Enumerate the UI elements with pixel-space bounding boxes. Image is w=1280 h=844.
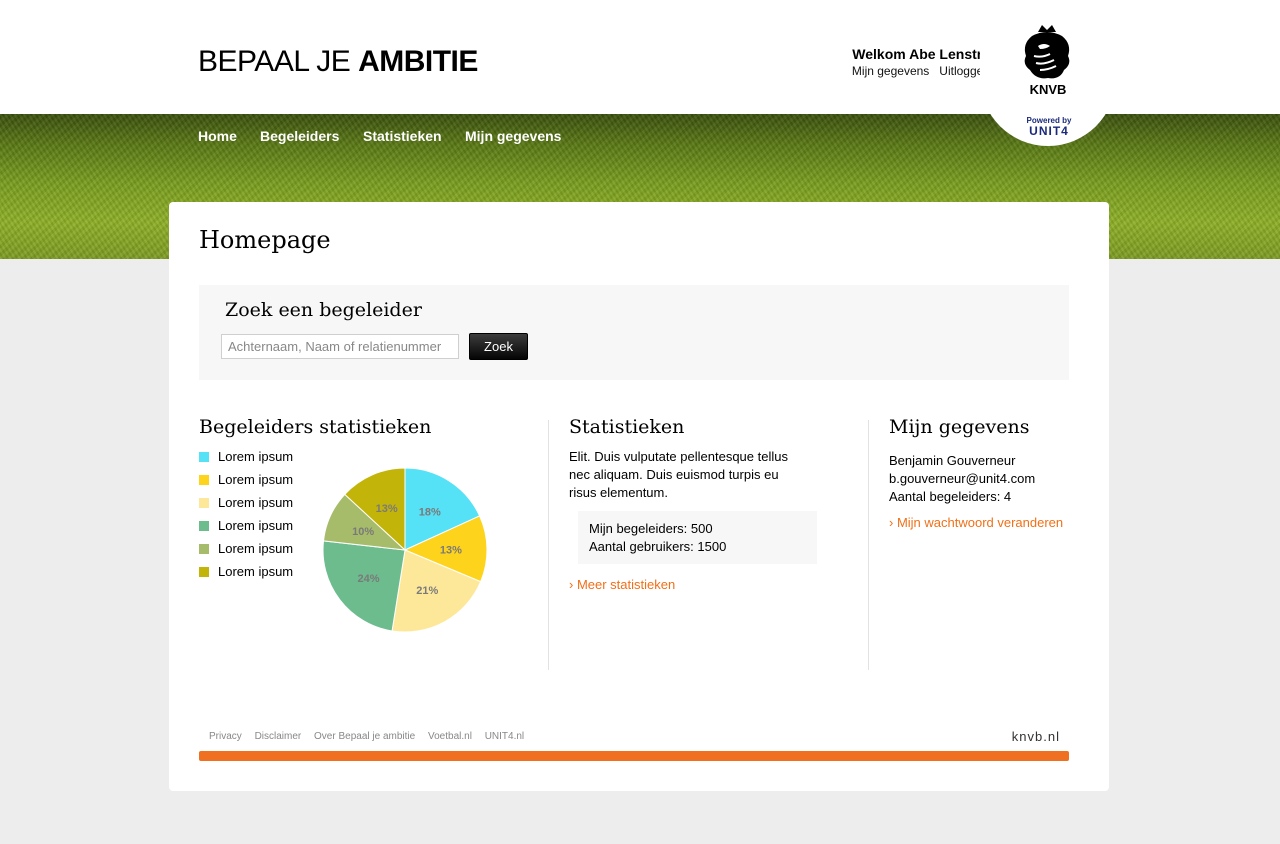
- legend-item: Lorem ipsum: [199, 472, 293, 487]
- brand-light-text: BEPAAL JE: [198, 45, 359, 78]
- brand-bold-text: AMBITIE: [358, 45, 478, 78]
- aantal-begeleiders: Aantal begeleiders: 4: [889, 489, 1012, 504]
- legend-swatch: [199, 475, 209, 485]
- nav-home[interactable]: Home: [198, 128, 237, 144]
- statistieken-description: Elit. Duis vulputate pellentesque tellus…: [569, 448, 809, 502]
- user-email: b.gouverneur@unit4.com: [889, 471, 1036, 486]
- footer-link-voetbal[interactable]: Voetbal.nl: [428, 731, 472, 742]
- legend-label: Lorem ipsum: [218, 449, 294, 464]
- description-line: Elit. Duis vulputate pellentesque tellus: [569, 449, 788, 464]
- legend-item: Lorem ipsum: [199, 541, 293, 556]
- nav-begeleiders[interactable]: Begeleiders: [260, 128, 339, 144]
- pie-chart: 18%13%21%24%10%13%: [322, 467, 488, 633]
- aantal-gebruikers-stat: Aantal gebruikers: 1500: [589, 539, 727, 554]
- legend-item: Lorem ipsum: [199, 449, 293, 464]
- unit4-logo: UNIT4: [1029, 124, 1069, 138]
- footer-link-privacy[interactable]: Privacy: [209, 731, 242, 742]
- legend-swatch: [199, 521, 209, 531]
- welcome-text: Welkom Abe Lenstra: [852, 46, 990, 62]
- search-button[interactable]: Zoek: [469, 333, 528, 360]
- nav-mijn-gegevens[interactable]: Mijn gegevens: [465, 128, 561, 144]
- pie-slice-label: 18%: [419, 506, 441, 518]
- statistieken-title: Statistieken: [569, 416, 685, 438]
- column-divider: [868, 420, 869, 670]
- description-line: nec aliquam. Duis euismod turpis eu: [569, 467, 779, 482]
- legend-label: Lorem ipsum: [218, 518, 294, 533]
- description-line: risus elementum.: [569, 485, 668, 500]
- legend-swatch: [199, 452, 209, 462]
- knvb-logo-text: KNVB: [1029, 82, 1067, 97]
- meer-statistieken-link[interactable]: › Meer statistieken: [569, 577, 675, 592]
- pie-slice-label: 10%: [352, 526, 374, 538]
- legend-label: Lorem ipsum: [218, 495, 294, 510]
- footer-link-disclaimer[interactable]: Disclaimer: [255, 731, 302, 742]
- footer-link-over[interactable]: Over Bepaal je ambitie: [314, 731, 415, 742]
- begeleiders-stats-title: Begeleiders statistieken: [199, 416, 432, 438]
- legend-label: Lorem ipsum: [218, 564, 294, 579]
- pie-slice-label: 24%: [357, 573, 379, 585]
- mijn-gegevens-title: Mijn gegevens: [889, 416, 1030, 438]
- stats-box: [578, 511, 817, 564]
- legend-swatch: [199, 498, 209, 508]
- mijn-begeleiders-stat: Mijn begeleiders: 500: [589, 521, 713, 536]
- footer-links: Privacy Disclaimer Over Bepaal je ambiti…: [204, 731, 529, 742]
- my-details-link[interactable]: Mijn gegevens: [852, 64, 929, 78]
- knvb-lion-icon[interactable]: [1016, 22, 1078, 84]
- footer-link-unit4[interactable]: UNIT4.nl: [485, 731, 524, 742]
- user-links: Mijn gegevens Uitloggen: [780, 64, 990, 78]
- footer-accent-bar: [199, 751, 1069, 761]
- user-name: Benjamin Gouverneur: [889, 453, 1016, 468]
- pie-slice-label: 13%: [376, 503, 398, 515]
- pie-slice-label: 13%: [440, 544, 462, 556]
- knvb-link[interactable]: knvb.nl: [1000, 729, 1060, 744]
- legend-label: Lorem ipsum: [218, 541, 294, 556]
- pie-slice: [322, 540, 406, 632]
- pie-slice-label: 21%: [416, 585, 438, 597]
- search-input[interactable]: [221, 334, 459, 359]
- column-divider: [548, 420, 549, 670]
- change-password-link[interactable]: › Mijn wachtwoord veranderen: [889, 515, 1063, 530]
- legend-item: Lorem ipsum: [199, 564, 293, 579]
- legend-label: Lorem ipsum: [218, 472, 294, 487]
- brand-title[interactable]: BEPAAL JE AMBITIE: [198, 44, 478, 80]
- legend-swatch: [199, 567, 209, 577]
- nav-statistieken[interactable]: Statistieken: [363, 128, 442, 144]
- legend-item: Lorem ipsum: [199, 518, 293, 533]
- legend-item: Lorem ipsum: [199, 495, 293, 510]
- legend-swatch: [199, 544, 209, 554]
- page-title: Homepage: [199, 226, 331, 254]
- search-title: Zoek een begeleider: [225, 299, 422, 321]
